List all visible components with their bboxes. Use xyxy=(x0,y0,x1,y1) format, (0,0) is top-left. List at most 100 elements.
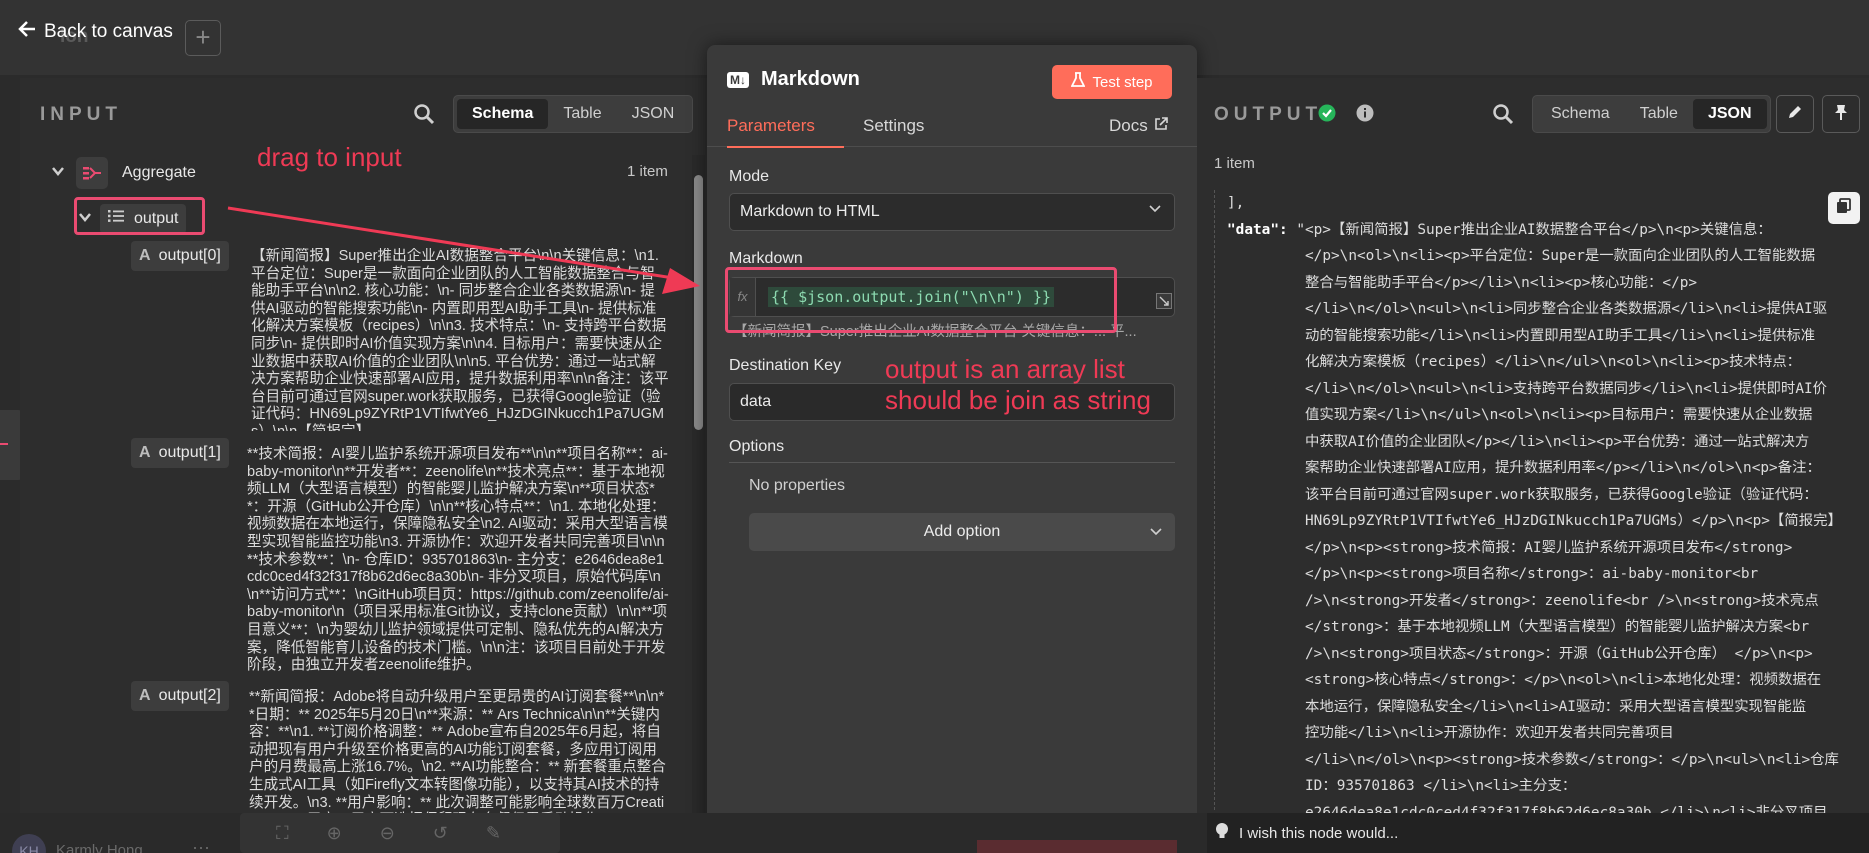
undo-icon[interactable]: ↺ xyxy=(433,823,448,844)
search-icon[interactable] xyxy=(413,103,435,130)
item-key-badge[interactable]: A output[0] xyxy=(131,241,229,271)
back-to-canvas-button[interactable]: Back to canvas xyxy=(18,20,173,44)
mode-label: Mode xyxy=(729,168,770,185)
json-line: "data": "<p>【新闻简报】Super推出企业AI数据整合平台</p>\… xyxy=(1227,221,1772,238)
tab-table[interactable]: Table xyxy=(548,99,616,129)
flask-icon xyxy=(1071,71,1086,93)
json-line: 该平台目前可通过官网super.work获取服务，已获得Google验证（验证代… xyxy=(1305,486,1818,503)
json-line: 本地运行，保障隐私安全</li>\n<li>AI驱动：采用大型语言模型实现智能监 xyxy=(1305,698,1807,715)
edit-output-button[interactable] xyxy=(1776,95,1814,133)
item-key: output[1] xyxy=(158,444,221,461)
item-key: output[2] xyxy=(158,687,221,704)
json-line: 整合与智能助手平台</p></li>\n<li><p>核心功能：</p> xyxy=(1305,274,1698,291)
output-panel-title: OUTPUT xyxy=(1214,104,1323,125)
json-line: 动的智能搜索功能</li>\n<li>内置即用型AI助手工具</li>\n<li… xyxy=(1305,327,1816,344)
no-properties-text: No properties xyxy=(749,477,846,494)
json-indent-guide xyxy=(1214,190,1215,810)
tab-json[interactable]: JSON xyxy=(1692,99,1767,129)
success-check-icon xyxy=(1318,104,1336,127)
item-value: 【新闻简报】Super推出企业AI数据整合平台\n\n关键信息：\n1. 平台定… xyxy=(251,248,669,431)
json-line: </p>\n<ol>\n<li><p>平台定位：Super是一款面向企业团队的人… xyxy=(1305,248,1816,264)
zoom-in-icon[interactable]: ⊕ xyxy=(327,823,342,844)
output-item-count: 1 item xyxy=(1214,155,1255,172)
add-option-button[interactable]: Add option xyxy=(749,513,1175,551)
chevron-down-icon xyxy=(1149,525,1163,544)
annotation-line-2: should be join as string xyxy=(885,385,1151,415)
aggregate-node-label: Aggregate xyxy=(122,164,196,181)
json-line: </p>\n<p><strong>技术简报：AI婴儿监护系统开源项目发布</st… xyxy=(1305,539,1793,556)
json-viewer: ], "data": "<p>【新闻简报】Super推出企业AI数据整合平台</p… xyxy=(1227,190,1845,821)
json-line: 控功能</li>\n<li>开源协作：欢迎开发者共同完善项目 xyxy=(1305,725,1674,741)
back-label: Back to canvas xyxy=(44,21,173,42)
pin-data-button[interactable] xyxy=(1822,95,1860,133)
arrow-left-icon xyxy=(18,20,36,44)
canvas-controls: ⛶ ⊕ ⊖ ↺ ✎ xyxy=(240,813,560,853)
item-key: output[0] xyxy=(158,247,221,264)
json-line: 化解决方案模板（recipes）</li>\n</ul>\n<ol>\n<li>… xyxy=(1305,354,1802,370)
item-key-badge[interactable]: A output[1] xyxy=(131,438,229,468)
external-link-icon xyxy=(1154,116,1168,136)
input-panel-title: INPUT xyxy=(40,104,122,125)
tab-schema[interactable]: Schema xyxy=(1536,99,1625,129)
zoom-out-icon[interactable]: ⊖ xyxy=(380,823,395,844)
pencil-icon xyxy=(1787,104,1803,125)
test-step-label: Test step xyxy=(1092,73,1153,91)
chevron-down-icon[interactable] xyxy=(50,163,66,184)
json-line: 中获取AI价值的企业团队</p></li>\n<li><p>平台优势：通过一站式… xyxy=(1305,433,1810,450)
search-icon[interactable] xyxy=(1492,103,1514,130)
expand-icon[interactable] xyxy=(1156,293,1172,314)
docs-label: Docs xyxy=(1109,116,1148,135)
json-line: />\n<strong>开发者</strong>：zeenolife<br />… xyxy=(1305,592,1819,609)
json-line: <strong>核心特点</strong>：</p>\n<ol>\n<li>本地… xyxy=(1305,672,1822,688)
item-value: **新闻简报：Adobe将自动升级用户至更昂贵的AI订阅套餐**\n\n**日期… xyxy=(249,689,666,813)
json-line: HN69Lp9ZYRtP1VTIfwtYe6_HJzDGINkucch1Pa7U… xyxy=(1305,513,1842,529)
execute-button-fragment[interactable] xyxy=(977,840,1177,853)
user-name: Karmly Hong xyxy=(56,842,143,853)
json-line: </li>\n</ol>\n<ul>\n<li>同步整合企业各类数据源</li>… xyxy=(1305,301,1828,317)
item-key-badge[interactable]: A output[2] xyxy=(131,681,229,711)
mode-value: Markdown to HTML xyxy=(740,203,880,220)
node-title: Markdown xyxy=(761,68,860,90)
feedback-bar[interactable]: I wish this node would... xyxy=(1207,813,1869,853)
string-type-icon: A xyxy=(139,247,151,264)
json-line: />\n<strong>项目状态</strong>：开源（GitHub公开仓库）… xyxy=(1305,645,1813,662)
pin-icon xyxy=(1834,104,1848,125)
annotation-line-1: output is an array list xyxy=(885,354,1125,384)
add-button[interactable]: + xyxy=(185,20,221,56)
json-line: </p>\n<p><strong>项目名称</strong>：ai-baby-m… xyxy=(1305,566,1759,582)
markdown-node-panel: M↓ Markdown Test step Parameters Setting… xyxy=(707,45,1197,845)
more-icon[interactable]: ⋯ xyxy=(192,838,210,853)
tidy-icon[interactable]: ✎ xyxy=(486,823,501,844)
json-line: </li>\n</ol>\n<p><strong>技术参数</strong>：<… xyxy=(1305,751,1839,768)
json-line: 案帮助企业快速部署AI应用，提升数据利用率</p></li>\n</ol>\n<… xyxy=(1305,460,1821,476)
node-title-row: M↓ Markdown xyxy=(727,68,860,91)
markdown-badge-icon: M↓ xyxy=(727,71,749,88)
mode-select[interactable]: Markdown to HTML xyxy=(729,193,1175,231)
markdown-label: Markdown xyxy=(729,250,803,267)
tab-schema[interactable]: Schema xyxy=(457,99,549,129)
tab-table[interactable]: Table xyxy=(1625,99,1693,129)
fit-view-icon[interactable]: ⛶ xyxy=(276,823,289,844)
feedback-text: I wish this node would... xyxy=(1239,824,1399,842)
destination-key-label: Destination Key xyxy=(729,357,842,374)
highlight-output-field xyxy=(74,197,205,235)
input-scrollbar[interactable] xyxy=(692,155,705,815)
tab-json[interactable]: JSON xyxy=(617,99,690,129)
docs-link[interactable]: Docs xyxy=(1109,116,1168,136)
tab-parameters[interactable]: Parameters xyxy=(727,116,844,148)
string-type-icon: A xyxy=(139,687,151,704)
json-line: ], xyxy=(1227,195,1245,211)
input-item-count: 1 item xyxy=(627,163,668,180)
json-line: </strong>：基于本地视频LLM（大型语言模型）的智能婴儿监护解决方案<b… xyxy=(1305,619,1810,635)
lightbulb-icon xyxy=(1215,822,1229,845)
options-divider xyxy=(729,462,1175,463)
item-value: **技术简报：AI婴儿监护系统开源项目发布**\n\n**项目名称**：ai-b… xyxy=(247,446,669,674)
aggregate-node-row[interactable]: Aggregate xyxy=(50,157,196,189)
info-icon[interactable] xyxy=(1356,104,1374,127)
string-type-icon: A xyxy=(139,444,151,461)
json-line: </li>\n</ol>\n<ul>\n<li>支持跨平台数据同步</li>\n… xyxy=(1305,380,1828,397)
chevron-down-icon xyxy=(1148,194,1162,230)
test-step-button[interactable]: Test step xyxy=(1052,65,1172,99)
annotation-drag: drag to input xyxy=(257,142,402,172)
tab-settings[interactable]: Settings xyxy=(863,116,924,136)
